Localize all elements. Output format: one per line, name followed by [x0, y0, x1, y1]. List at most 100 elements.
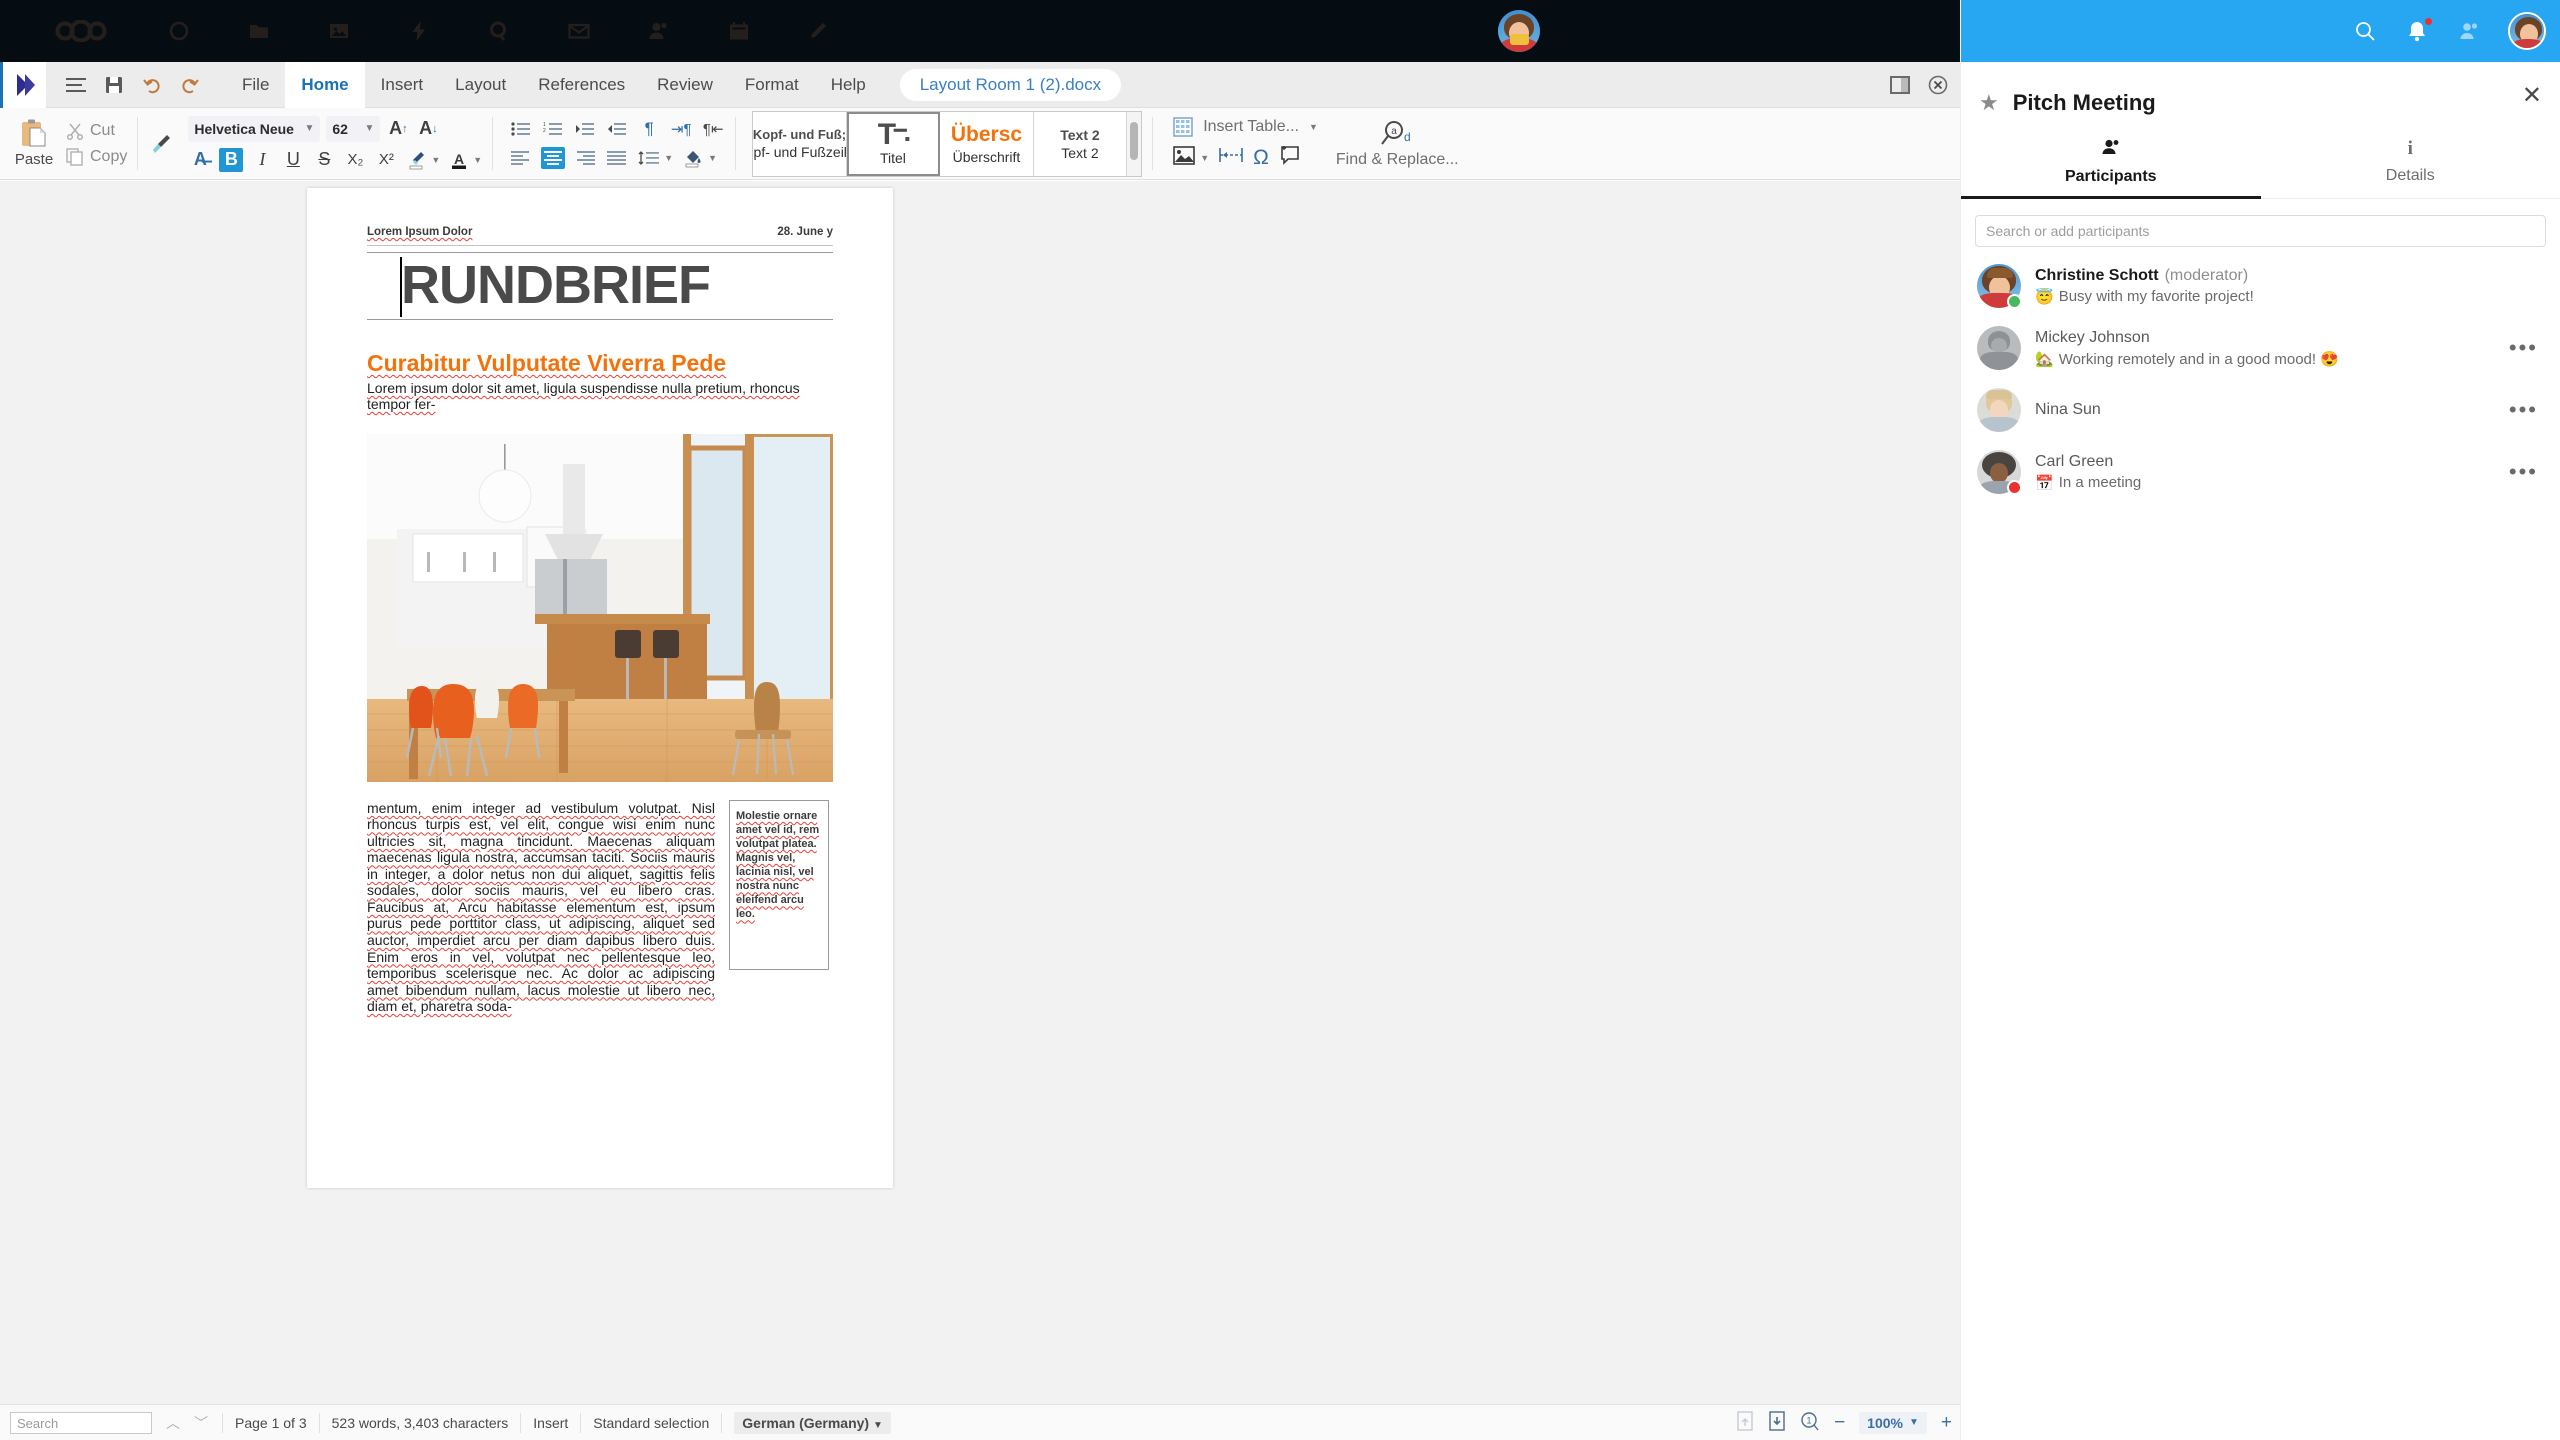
menu-help[interactable]: Help	[815, 62, 882, 108]
underline-button[interactable]: U	[281, 148, 305, 172]
numbered-list-icon[interactable]: 12	[541, 118, 565, 140]
participant-menu-button[interactable]: •••	[2509, 397, 2538, 423]
chevron-down-icon[interactable]: ▼	[431, 155, 440, 165]
avatar[interactable]	[1977, 326, 2021, 370]
dashboard-icon[interactable]	[139, 0, 219, 62]
menu-home[interactable]: Home	[285, 61, 365, 108]
language-selector[interactable]: German (Germany) ▼	[721, 1411, 903, 1434]
chevron-down-icon[interactable]: ▼	[364, 123, 374, 134]
toggle-sidebar-icon[interactable]	[1888, 73, 1912, 97]
insert-table-row[interactable]: Insert Table... ▼	[1173, 117, 1318, 137]
save-icon[interactable]	[102, 73, 126, 97]
document-page[interactable]: Lorem Ipsum Dolor 28. June y RUNDBRIEF C…	[307, 188, 893, 1188]
insert-comment-icon[interactable]	[1279, 145, 1301, 170]
chevron-down-icon[interactable]: ▼	[1309, 122, 1318, 132]
close-document-icon[interactable]	[1926, 73, 1950, 97]
chevron-down-icon[interactable]: ▼	[708, 153, 717, 163]
photos-icon[interactable]	[299, 0, 379, 62]
calendar-icon[interactable]	[699, 0, 779, 62]
highlight-color-icon[interactable]	[405, 148, 429, 172]
avatar[interactable]	[1977, 450, 2022, 495]
zoom-in-button[interactable]: +	[1941, 1412, 1952, 1434]
word-count[interactable]: 523 words, 3,403 characters	[318, 1412, 521, 1433]
tab-participants[interactable]: Participants	[1961, 138, 2261, 199]
style-text-2[interactable]: Text 2 Text 2	[1034, 111, 1128, 176]
menu-layout[interactable]: Layout	[439, 62, 522, 108]
line-spacing-icon[interactable]	[637, 147, 661, 169]
list-item[interactable]: Christine Schott (moderator) 😇 Busy with …	[1961, 255, 2560, 317]
style-ueberschrift[interactable]: Übersc Überschrift	[940, 111, 1034, 176]
align-left-icon[interactable]	[509, 147, 533, 169]
find-previous-icon[interactable]: ︿	[166, 1413, 180, 1433]
list-item[interactable]: Carl Green 📅 In a meeting •••	[1961, 441, 2560, 503]
font-name-input[interactable]: Helvetica Neue ▼	[188, 115, 321, 142]
document-canvas[interactable]: Lorem Ipsum Dolor 28. June y RUNDBRIEF C…	[0, 181, 1960, 1404]
zoom-level-selector[interactable]: 100% ▼	[1859, 1411, 1927, 1434]
ltr-direction-icon[interactable]: ⇥¶	[669, 118, 693, 140]
document-modified-icon[interactable]	[1736, 1411, 1754, 1434]
avatar[interactable]	[1977, 388, 2021, 432]
menu-format[interactable]: Format	[729, 62, 815, 108]
page-info[interactable]: Page 1 of 3	[222, 1412, 319, 1433]
bold-button[interactable]: B	[219, 147, 244, 172]
selection-mode[interactable]: Standard selection	[580, 1412, 721, 1433]
close-sidebar-icon[interactable]: ✕	[2522, 84, 2542, 108]
star-favorite-icon[interactable]: ★	[1979, 90, 1999, 116]
participants-search-input[interactable]: Search or add participants	[1975, 215, 2546, 247]
bullet-list-icon[interactable]	[509, 118, 533, 140]
document-image[interactable]	[367, 433, 833, 782]
scrollbar-thumb[interactable]	[1130, 121, 1139, 160]
search-app-icon[interactable]	[459, 0, 539, 62]
clear-formatting-icon[interactable]: A̶	[188, 148, 212, 172]
participant-menu-button[interactable]: •••	[2509, 335, 2538, 361]
contacts-icon[interactable]	[619, 0, 699, 62]
mail-icon[interactable]	[539, 0, 619, 62]
cut-button[interactable]: Cut	[66, 122, 127, 140]
italic-button[interactable]: I	[250, 148, 274, 172]
files-icon[interactable]	[219, 0, 299, 62]
chevron-down-icon[interactable]: ▼	[304, 123, 314, 134]
tab-details[interactable]: i Details	[2261, 138, 2560, 199]
export-document-icon[interactable]	[1768, 1411, 1786, 1434]
menu-insert[interactable]: Insert	[365, 62, 440, 108]
avatar[interactable]	[1977, 264, 2022, 309]
user-avatar[interactable]	[1498, 10, 1540, 52]
sidebar-textbox[interactable]: Molestie ornare amet vel id, rem volutpa…	[729, 799, 829, 970]
user-avatar[interactable]	[2508, 12, 2546, 50]
list-item[interactable]: Mickey Johnson 🏡 Working remotely and in…	[1961, 317, 2560, 379]
menu-file[interactable]: File	[226, 62, 285, 108]
insert-page-break-icon[interactable]	[1219, 146, 1243, 169]
menu-hamburger-icon[interactable]	[64, 73, 88, 97]
style-kopf-und-fusszeilen[interactable]: Kopf- und Fuß; Kopf- und Fußzeilen	[753, 111, 847, 176]
list-item[interactable]: Nina Sun •••	[1961, 379, 2560, 441]
background-color-icon[interactable]	[681, 147, 705, 169]
notifications-bell-icon[interactable]	[2404, 17, 2433, 44]
participant-menu-button[interactable]: •••	[2509, 459, 2538, 485]
align-justify-icon[interactable]	[605, 147, 629, 169]
activity-icon[interactable]	[379, 0, 459, 62]
style-titel[interactable]: T▔▪ Titel	[846, 111, 941, 176]
align-center-icon[interactable]	[541, 147, 566, 169]
clone-formatting-brush-icon[interactable]	[148, 132, 172, 156]
font-size-input[interactable]: 62 ▼	[326, 115, 381, 142]
increase-font-size-icon[interactable]: A ↑	[386, 117, 410, 141]
find-next-icon[interactable]: ﹀	[194, 1413, 208, 1433]
style-gallery-scrollbar[interactable]	[1127, 111, 1142, 176]
decrease-font-size-icon[interactable]: A ↓	[416, 117, 440, 141]
strikethrough-button[interactable]: S	[312, 148, 336, 172]
decrease-indent-icon[interactable]	[605, 118, 629, 140]
menu-review[interactable]: Review	[641, 62, 729, 108]
font-color-icon[interactable]: A	[447, 148, 471, 172]
rtl-direction-icon[interactable]: ¶⇤	[701, 118, 725, 140]
increase-indent-icon[interactable]	[573, 118, 597, 140]
single-page-view-icon[interactable]: 1	[1800, 1411, 1820, 1434]
contacts-icon[interactable]	[2456, 18, 2482, 44]
paste-button[interactable]: Paste	[6, 119, 62, 168]
chevron-down-icon[interactable]: ▼	[1200, 153, 1209, 163]
collabora-diamond-icon[interactable]	[0, 61, 46, 108]
undo-icon[interactable]	[140, 73, 164, 97]
align-right-icon[interactable]	[573, 147, 597, 169]
notes-icon[interactable]	[779, 0, 859, 62]
subscript-button[interactable]: X₂	[343, 148, 367, 172]
copy-button[interactable]: Copy	[66, 148, 127, 166]
